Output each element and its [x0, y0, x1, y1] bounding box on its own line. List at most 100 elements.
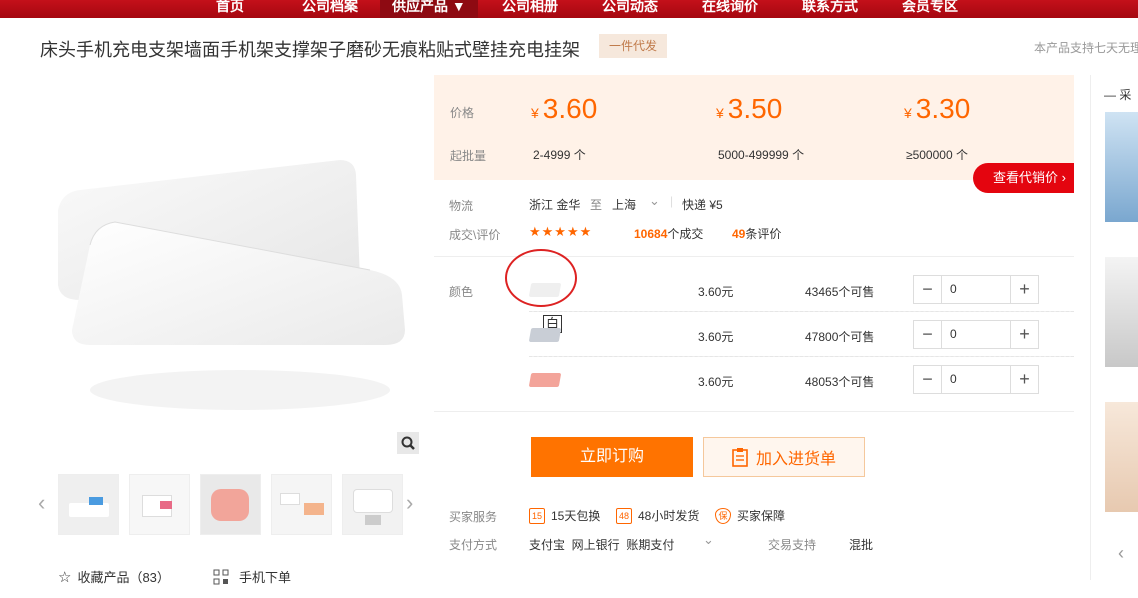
- variant-price: 3.60元: [698, 330, 734, 344]
- ship-to-select[interactable]: 上海: [612, 196, 636, 213]
- thumbnail[interactable]: [200, 474, 261, 535]
- quantity-input[interactable]: 0: [941, 321, 1011, 348]
- separator: |: [670, 194, 674, 208]
- service-text: 15天包换: [551, 509, 601, 523]
- plus-button[interactable]: +: [1011, 276, 1038, 303]
- nav-item-members[interactable]: 会员专区: [902, 0, 958, 18]
- add-to-cart-button[interactable]: 加入进货单: [703, 437, 865, 477]
- review-count-suffix: 条评价: [745, 227, 782, 241]
- review-count[interactable]: 49条评价: [732, 225, 781, 242]
- service-text: 买家保障: [737, 509, 786, 523]
- divider: [434, 411, 1074, 412]
- price-tier-2: ¥3.50: [716, 93, 782, 125]
- thumbnail[interactable]: [129, 474, 190, 535]
- service-buyer-protection: 保 买家保障: [715, 507, 785, 524]
- rating-stars: ★★★★★: [529, 224, 593, 239]
- mobile-order[interactable]: 手机下单: [213, 567, 291, 586]
- recommend-image[interactable]: [1105, 112, 1138, 222]
- review-count-value: 49: [732, 227, 746, 241]
- logistics-label: 物流: [449, 199, 474, 213]
- thumbnail-strip: [58, 474, 403, 535]
- minus-button[interactable]: −: [914, 276, 941, 303]
- qty-tier-1: 2-4999 个: [533, 148, 586, 162]
- variant-stock: 48053个可售: [805, 375, 875, 389]
- favorite-product[interactable]: ☆ 收藏产品（83）: [58, 567, 170, 586]
- ship-from: 浙江 金华: [529, 198, 581, 212]
- price-value: 3.30: [915, 93, 971, 124]
- buy-now-button[interactable]: 立即订购: [531, 437, 693, 477]
- price-tier-3: ¥3.30: [904, 93, 970, 125]
- price-box: 价格 起批量 ¥3.60 ¥3.50 ¥3.30 2-4999 个 5000-4…: [434, 75, 1074, 180]
- services-label: 买家服务: [449, 510, 498, 524]
- deal-count: 10684个成交: [634, 225, 703, 242]
- price-value: 3.60: [542, 93, 598, 124]
- main-product-image: [40, 80, 420, 460]
- price-tier-1: ¥3.60: [531, 93, 597, 125]
- payment-methods: 支付宝 网上银行 账期支付: [529, 538, 675, 552]
- variant-price: 3.60元: [698, 285, 734, 299]
- service-48h-shipping: 48 48小时发货: [616, 507, 699, 524]
- trade-support-value: 混批: [849, 538, 874, 552]
- deal-count-suffix: 个成交: [667, 227, 704, 241]
- quantity-input[interactable]: 0: [941, 366, 1011, 393]
- zoom-button[interactable]: [397, 432, 419, 454]
- recommend-heading: — 采: [1104, 88, 1132, 102]
- quantity-input[interactable]: 0: [941, 276, 1011, 303]
- favorite-label: 收藏产品（83）: [77, 570, 170, 585]
- row-divider: [529, 311, 1074, 312]
- nav-item-company-profile[interactable]: 公司档案: [302, 0, 358, 18]
- payment-label: 支付方式: [449, 538, 498, 552]
- batch-label: 起批量: [450, 149, 487, 163]
- view-agent-price-button[interactable]: 查看代销价 ›: [973, 163, 1074, 193]
- ship-to-word: 至: [590, 198, 603, 212]
- thumbnail[interactable]: [342, 474, 403, 535]
- recommend-image[interactable]: [1105, 257, 1138, 367]
- price-label: 价格: [450, 106, 475, 120]
- minus-button[interactable]: −: [914, 321, 941, 348]
- variant-stock: 43465个可售: [805, 285, 875, 299]
- dropship-badge: 一件代发: [599, 34, 667, 58]
- thumb-next-arrow[interactable]: ›: [406, 490, 413, 516]
- star-outline-icon: ☆: [58, 568, 72, 586]
- quantity-stepper[interactable]: − 0 +: [913, 275, 1039, 304]
- deal-count-value: 10684: [634, 227, 668, 241]
- clipboard-icon: [732, 448, 748, 467]
- thumbnail[interactable]: [58, 474, 119, 535]
- service-15-day-exchange: 15 15天包换: [529, 507, 600, 524]
- thumbnail[interactable]: [271, 474, 332, 535]
- nav-item-products[interactable]: 供应产品 ▼: [380, 0, 478, 18]
- chevron-down-icon[interactable]: ⌄: [649, 193, 660, 209]
- row-divider: [529, 356, 1074, 357]
- plus-button[interactable]: +: [1011, 321, 1038, 348]
- nav-item-news[interactable]: 公司动态: [602, 0, 658, 18]
- price-value: 3.50: [727, 93, 783, 124]
- plus-button[interactable]: +: [1011, 366, 1038, 393]
- thumb-prev-arrow[interactable]: ‹: [38, 490, 45, 516]
- top-nav: 首页 公司档案 供应产品 ▼ 公司相册 公司动态 在线询价 联系方式 会员专区: [0, 0, 1138, 18]
- nav-item-contact[interactable]: 联系方式: [802, 0, 858, 18]
- add-to-cart-label: 加入进货单: [755, 451, 836, 468]
- color-swatch-gray[interactable]: [528, 328, 562, 342]
- highlight-circle: [505, 249, 577, 307]
- color-label: 颜色: [449, 285, 474, 299]
- return-policy-note: 本产品支持七天无理: [1034, 41, 1138, 55]
- shipping-icon: 48: [616, 507, 632, 524]
- deals-label: 成交\评价: [449, 228, 501, 242]
- recommend-image[interactable]: [1105, 402, 1138, 512]
- color-swatch-pink[interactable]: [528, 373, 562, 387]
- currency-symbol: ¥: [716, 105, 724, 121]
- currency-symbol: ¥: [904, 105, 912, 121]
- express-fee: 快递 ¥5: [682, 198, 723, 212]
- nav-item-inquiry[interactable]: 在线询价: [702, 0, 758, 18]
- shield-icon: 保: [715, 507, 731, 524]
- quantity-stepper[interactable]: − 0 +: [913, 320, 1039, 349]
- product-title: 床头手机充电支架墙面手机架支撑架子磨砂无痕粘贴式壁挂充电挂架: [40, 40, 580, 60]
- nav-item-album[interactable]: 公司相册: [502, 0, 558, 18]
- nav-item-home[interactable]: 首页: [216, 0, 244, 18]
- quantity-stepper[interactable]: − 0 +: [913, 365, 1039, 394]
- recommend-prev-arrow[interactable]: ‹: [1118, 543, 1124, 564]
- qr-code-icon: [213, 569, 229, 584]
- chevron-down-icon[interactable]: ⌄: [703, 532, 714, 548]
- exchange-icon: 15: [529, 507, 545, 524]
- minus-button[interactable]: −: [914, 366, 941, 393]
